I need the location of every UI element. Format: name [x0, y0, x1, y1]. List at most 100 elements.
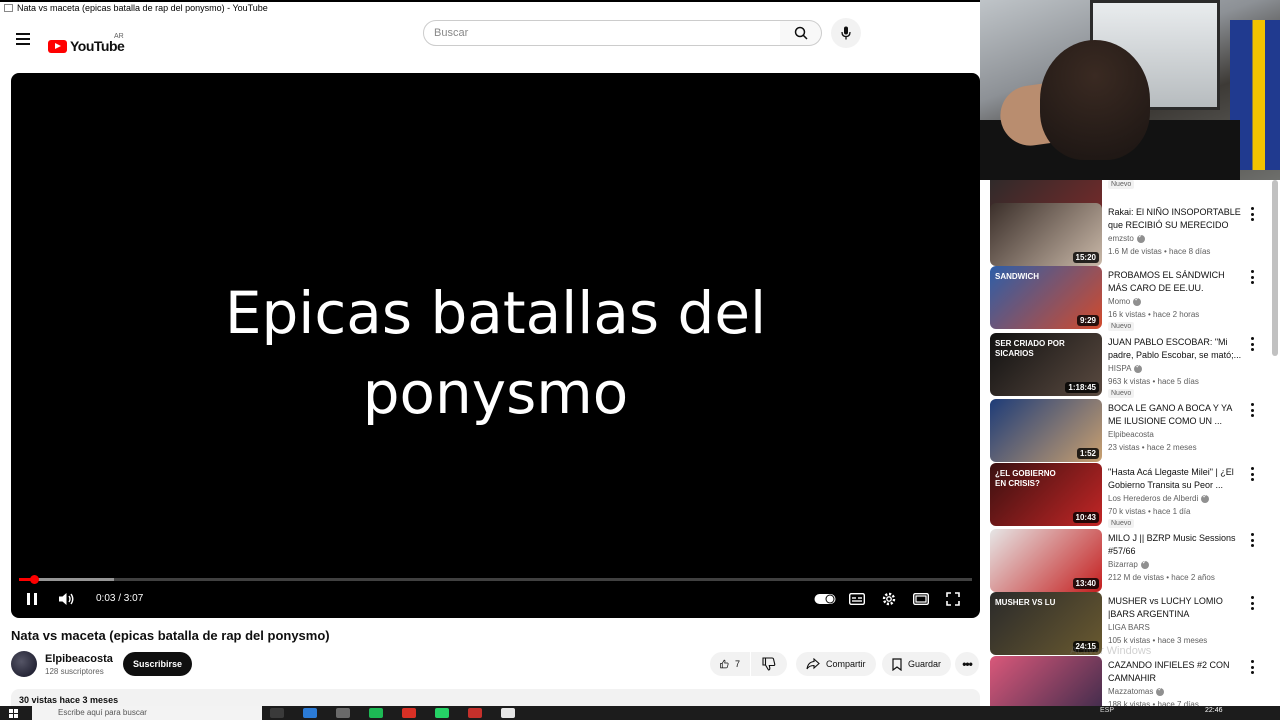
youtube-logo[interactable]: YouTube AR — [48, 33, 125, 54]
more-vertical-icon[interactable] — [1248, 467, 1256, 481]
activate-windows-watermark: Activar Windows — [1070, 645, 1152, 657]
thumbnail-text: SILLAZOS — [995, 180, 1065, 183]
more-vertical-icon[interactable] — [1248, 596, 1256, 610]
recommendation-channel-name: LIGA BARS — [1108, 623, 1150, 632]
task-view-icon[interactable] — [270, 708, 284, 718]
recommendation-channel-name: Momo — [1108, 297, 1131, 306]
volume-button[interactable] — [56, 588, 78, 610]
recommendation-item[interactable]: SANDWICH 9:29 PROBAMOS EL SÁNDWICH MÁS CAR… — [990, 266, 1270, 331]
video-thumbnail[interactable]: SANDWICH 9:29 — [990, 266, 1102, 329]
search-button[interactable] — [780, 20, 822, 46]
recommendation-title[interactable]: "Hasta Acá Llegaste Milei" | ¿El Gobiern… — [1108, 466, 1244, 492]
recommendation-channel[interactable]: Elpibeacosta — [1108, 430, 1154, 439]
menu-icon[interactable] — [16, 33, 30, 45]
recommendation-item[interactable]: ¿EL GOBIERNO EN CRISIS? 10:43 "Hasta Acá L… — [990, 463, 1270, 528]
gear-icon — [882, 592, 896, 606]
taskbar-language[interactable]: ESP — [1100, 707, 1114, 714]
recommendation-title[interactable]: Rakai: El NIÑO INSOPORTABLE que RECIBIÓ … — [1108, 206, 1244, 232]
thumbs-down-icon — [762, 657, 776, 671]
new-badge: Nuevo — [1108, 322, 1135, 331]
recommendation-item[interactable]: SER CRIADO POR SICARIOS 1:18:45 JUAN PABLO… — [990, 333, 1270, 398]
verified-icon — [1201, 492, 1210, 503]
recommendation-channel[interactable]: Mazzatomas — [1108, 685, 1165, 696]
more-vertical-icon[interactable] — [1248, 533, 1256, 547]
channel-name[interactable]: Elpibeacosta — [45, 653, 113, 665]
app-icon[interactable] — [501, 708, 515, 718]
whatsapp-icon[interactable] — [435, 708, 449, 718]
like-button[interactable]: 7 — [710, 652, 750, 676]
more-actions-button[interactable]: ••• — [955, 652, 979, 676]
recommendation-item[interactable]: CAZANDO INFIELES #2 CON CAMNAHIR Mazzatom… — [990, 656, 1270, 706]
video-thumbnail[interactable]: 15:20 — [990, 203, 1102, 266]
theater-mode-button[interactable] — [910, 588, 932, 610]
more-vertical-icon[interactable] — [1248, 660, 1256, 674]
recommendation-channel[interactable]: Momo — [1108, 295, 1142, 306]
dislike-button[interactable] — [751, 652, 787, 676]
pause-icon — [27, 593, 37, 605]
fullscreen-icon — [946, 592, 960, 606]
more-vertical-icon[interactable] — [1248, 403, 1256, 417]
recommendation-channel-name: Bizarrap — [1108, 560, 1138, 569]
video-thumbnail[interactable]: SER CRIADO POR SICARIOS 1:18:45 — [990, 333, 1102, 396]
windows-start-icon[interactable] — [9, 709, 19, 718]
video-thumbnail[interactable]: ¿EL GOBIERNO EN CRISIS? 10:43 — [990, 463, 1102, 526]
recommendation-title[interactable]: JUAN PABLO ESCOBAR: "Mi padre, Pablo Esc… — [1108, 336, 1244, 362]
more-vertical-icon[interactable] — [1248, 270, 1256, 284]
autoplay-toggle[interactable] — [814, 588, 836, 610]
video-title: Nata vs maceta (epicas batalla de rap de… — [11, 628, 330, 643]
subtitles-button[interactable] — [846, 588, 868, 610]
subscribe-button[interactable]: Suscribirse — [123, 652, 192, 676]
share-icon — [806, 658, 820, 670]
new-badge: Nuevo — [1108, 519, 1135, 528]
recommendation-title[interactable]: BOCA LE GANO A BOCA Y YA ME ILUSIONE COM… — [1108, 402, 1244, 428]
recommendation-channel-name: HISPA — [1108, 364, 1132, 373]
recommendation-channel[interactable]: Bizarrap — [1108, 558, 1149, 569]
time-display: 0:03 / 3:07 — [96, 593, 144, 604]
video-duration: 1:52 — [1076, 448, 1099, 459]
more-vertical-icon[interactable] — [1248, 337, 1256, 351]
brave-icon[interactable] — [402, 708, 416, 718]
recommendation-item[interactable]: 15:20 Rakai: El NIÑO INSOPORTABLE que REC… — [990, 203, 1270, 266]
more-vertical-icon[interactable] — [1248, 207, 1256, 221]
recommendation-channel[interactable]: LIGA BARS — [1108, 623, 1150, 632]
scrubber-handle[interactable] — [29, 575, 39, 584]
taskbar-search-input[interactable]: Escribe aquí para buscar — [32, 706, 262, 720]
video-frame-text: Epicas batallas del ponysmo — [224, 279, 767, 427]
recommendation-title[interactable]: CAZANDO INFIELES #2 CON CAMNAHIR — [1108, 659, 1244, 685]
sidebar-scrollbar[interactable] — [1272, 180, 1278, 356]
new-badge: Nuevo — [1108, 180, 1135, 189]
save-button[interactable]: Guardar — [882, 652, 952, 676]
share-button[interactable]: Compartir — [796, 652, 876, 676]
search-input[interactable]: Buscar — [423, 20, 781, 46]
obs-icon[interactable] — [468, 708, 482, 718]
edge-icon[interactable] — [303, 708, 317, 718]
channel-avatar[interactable] — [11, 651, 37, 677]
more-horizontal-icon: ••• — [962, 657, 973, 671]
recommendation-channel[interactable]: Los Herederos de Alberdi — [1108, 492, 1210, 503]
recommendation-item[interactable]: 1:52 BOCA LE GANO A BOCA Y YA ME ILUSIONE… — [990, 399, 1270, 462]
video-thumbnail[interactable] — [990, 656, 1102, 706]
recommendation-meta: 212 M de vistas • hace 2 años — [1108, 573, 1215, 582]
chrome-icon[interactable] — [336, 708, 350, 718]
recommendation-title[interactable]: PROBAMOS EL SÁNDWICH MÁS CARO DE EE.UU. — [1108, 269, 1244, 295]
video-thumbnail[interactable]: 13:40 — [990, 529, 1102, 592]
pause-button[interactable] — [21, 588, 43, 610]
recommendation-title[interactable]: MILO J || BZRP Music Sessions #57/66 — [1108, 532, 1244, 558]
video-player[interactable]: Epicas batallas del ponysmo 0:03 / 3:07 — [11, 73, 980, 618]
recommendation-item[interactable]: 13:40 MILO J || BZRP Music Sessions #57/6… — [990, 529, 1270, 592]
verified-icon — [1133, 295, 1142, 306]
video-duration: 1:18:45 — [1065, 382, 1099, 393]
recommendation-channel[interactable]: emzsto — [1108, 232, 1145, 243]
recommendations-list: SILLAZOS13:2722 k vistas • hace 7 horasN… — [990, 180, 1280, 706]
recommendation-title[interactable]: MUSHER vs LUCHY LOMIO |BARS ARGENTINA — [1108, 595, 1244, 621]
video-duration: 10:43 — [1072, 512, 1099, 523]
progress-bar[interactable] — [19, 575, 972, 584]
recommendation-meta: 23 vistas • hace 2 meses — [1108, 443, 1197, 452]
recommendation-channel[interactable]: HISPA — [1108, 362, 1143, 373]
video-thumbnail[interactable]: 1:52 — [990, 399, 1102, 462]
voice-search-button[interactable] — [831, 18, 861, 48]
settings-button[interactable] — [878, 588, 900, 610]
fullscreen-button[interactable] — [942, 588, 964, 610]
spotify-icon[interactable] — [369, 708, 383, 718]
logo-text: YouTube — [70, 38, 125, 54]
